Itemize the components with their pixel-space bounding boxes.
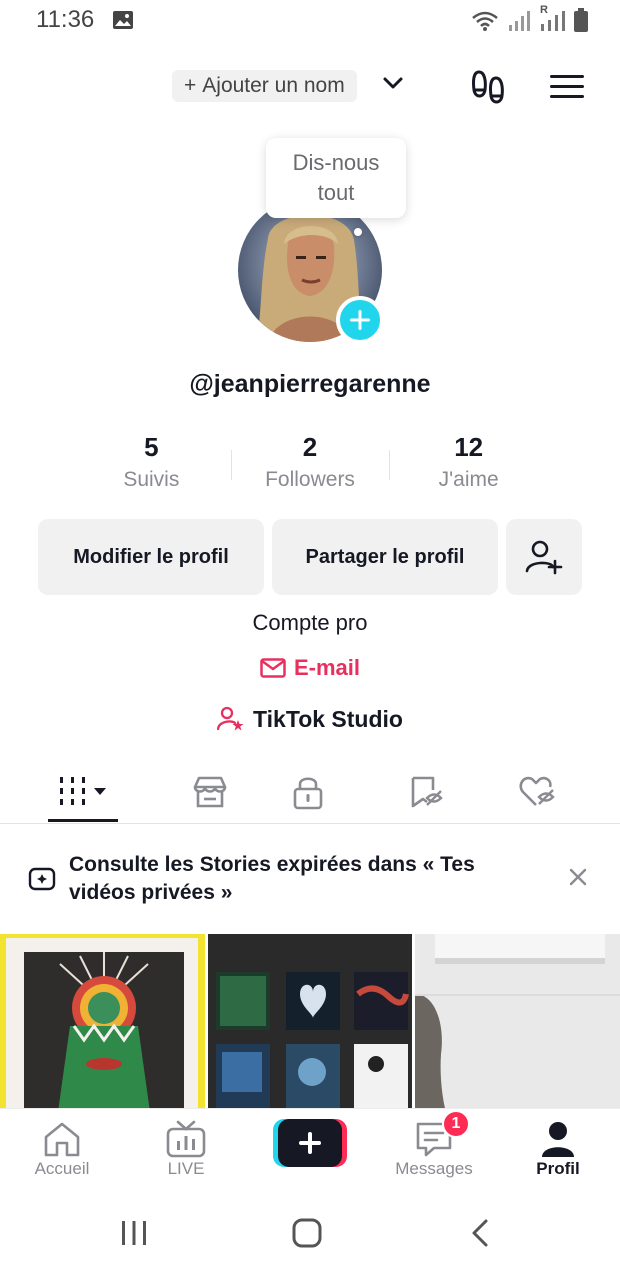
add-friend-button[interactable] — [506, 519, 582, 595]
tooltip-line-2: tout — [317, 180, 355, 205]
stat-value: 2 — [302, 432, 318, 462]
status-time: 11:36 — [36, 6, 95, 33]
stat-value: 5 — [144, 432, 159, 462]
stat-likes[interactable]: 12 J'aime — [389, 430, 548, 492]
stat-value: 12 — [454, 432, 484, 462]
nav-live[interactable]: LIVE — [131, 1119, 241, 1179]
nav-messages[interactable]: Messages — [379, 1119, 489, 1179]
chevron-down-icon[interactable] — [382, 76, 404, 90]
edit-profile-button[interactable]: Modifier le profil — [38, 519, 264, 595]
stat-following[interactable]: 5 Suivis — [72, 430, 231, 492]
profile-icon — [542, 1122, 574, 1157]
nav-profile[interactable]: Profil — [503, 1119, 613, 1179]
battery-icon — [574, 8, 588, 32]
shop-icon — [193, 776, 227, 808]
heart-hidden-icon — [519, 776, 555, 806]
nav-live-label: LIVE — [167, 1159, 205, 1178]
home-button-icon[interactable] — [291, 1218, 323, 1248]
nav-home[interactable]: Accueil — [7, 1119, 117, 1179]
thumbnail-image — [6, 938, 198, 1108]
add-name-button[interactable]: + Ajouter un nom — [172, 70, 357, 102]
add-avatar-button[interactable] — [336, 296, 384, 344]
tab-videos[interactable] — [48, 768, 119, 822]
profile-stats: 5 Suivis 2 Followers 12 J'aime — [72, 430, 548, 492]
create-plus-icon — [273, 1119, 347, 1167]
bottom-nav: Accueil LIVE Messages Profil — [0, 1108, 620, 1190]
email-label: E-mail — [293, 655, 361, 680]
add-user-icon — [525, 540, 563, 575]
system-nav-bar — [0, 1190, 620, 1274]
video-thumbnail[interactable] — [0, 934, 205, 1108]
add-name-plus: + — [184, 74, 197, 97]
home-icon — [44, 1122, 80, 1157]
gallery-notification-icon — [113, 11, 133, 29]
menu-icon[interactable] — [550, 74, 584, 100]
tab-private[interactable] — [273, 768, 343, 816]
tiktok-studio-label: TikTok Studio — [253, 705, 403, 732]
plus-icon — [350, 310, 370, 330]
video-thumbnail[interactable] — [415, 934, 620, 1108]
messages-badge: 1 — [442, 1110, 470, 1138]
expired-stories-banner[interactable]: Consulte les Stories expirées dans « Tes… — [0, 825, 620, 933]
back-icon[interactable] — [468, 1218, 492, 1248]
thumbnail-image — [207, 934, 412, 1108]
lock-icon — [293, 777, 323, 810]
nav-messages-label: Messages — [395, 1159, 473, 1178]
thumbnail-image — [415, 934, 620, 1108]
tooltip-line-1: Dis-nous — [292, 150, 380, 175]
wifi-icon — [472, 11, 498, 31]
account-type-label: Compte pro — [252, 610, 368, 635]
share-profile-button[interactable]: Partager le profil — [272, 519, 498, 595]
recent-apps-icon[interactable] — [120, 1218, 148, 1248]
banner-text: Consulte les Stories expirées dans « Tes… — [69, 853, 475, 904]
nav-home-label: Accueil — [34, 1159, 90, 1178]
story-add-icon — [28, 867, 56, 891]
tab-favorites[interactable] — [390, 768, 460, 816]
stat-label: Suivis — [123, 468, 180, 491]
profile-actions: Modifier le profil Partager le profil — [38, 519, 582, 595]
status-icons: R — [470, 4, 588, 32]
tooltip-bubble[interactable]: Dis-nous tout — [266, 138, 406, 236]
close-icon[interactable] — [568, 867, 588, 887]
stat-followers[interactable]: 2 Followers — [230, 430, 390, 492]
signal-roaming-icon: R — [540, 4, 566, 32]
profile-header: + Ajouter un nom — [0, 60, 620, 114]
live-tv-icon — [166, 1120, 206, 1158]
video-thumbnail[interactable] — [207, 934, 413, 1108]
create-video-button[interactable] — [273, 1119, 347, 1167]
email-link[interactable]: E-mail — [0, 655, 620, 681]
signal-icon — [509, 11, 530, 31]
username: @jeanpierregarenne — [189, 370, 431, 398]
tiktok-studio-link[interactable]: TikTok Studio — [0, 705, 620, 733]
stat-label: Followers — [265, 468, 355, 491]
nav-profile-label: Profil — [536, 1159, 580, 1178]
video-grid — [0, 934, 620, 1108]
footprint-icon[interactable] — [470, 68, 508, 108]
creator-star-icon — [217, 706, 244, 731]
tab-liked[interactable] — [502, 768, 572, 816]
bookmark-hidden-icon — [411, 776, 443, 808]
mail-icon — [260, 658, 286, 678]
add-name-label: Ajouter un nom — [202, 74, 345, 97]
status-bar: 11:36 R — [0, 0, 620, 44]
stat-label: J'aime — [438, 468, 499, 491]
content-tabs — [0, 760, 620, 824]
video-grid-icon — [60, 777, 106, 805]
tab-shop[interactable] — [175, 768, 245, 816]
